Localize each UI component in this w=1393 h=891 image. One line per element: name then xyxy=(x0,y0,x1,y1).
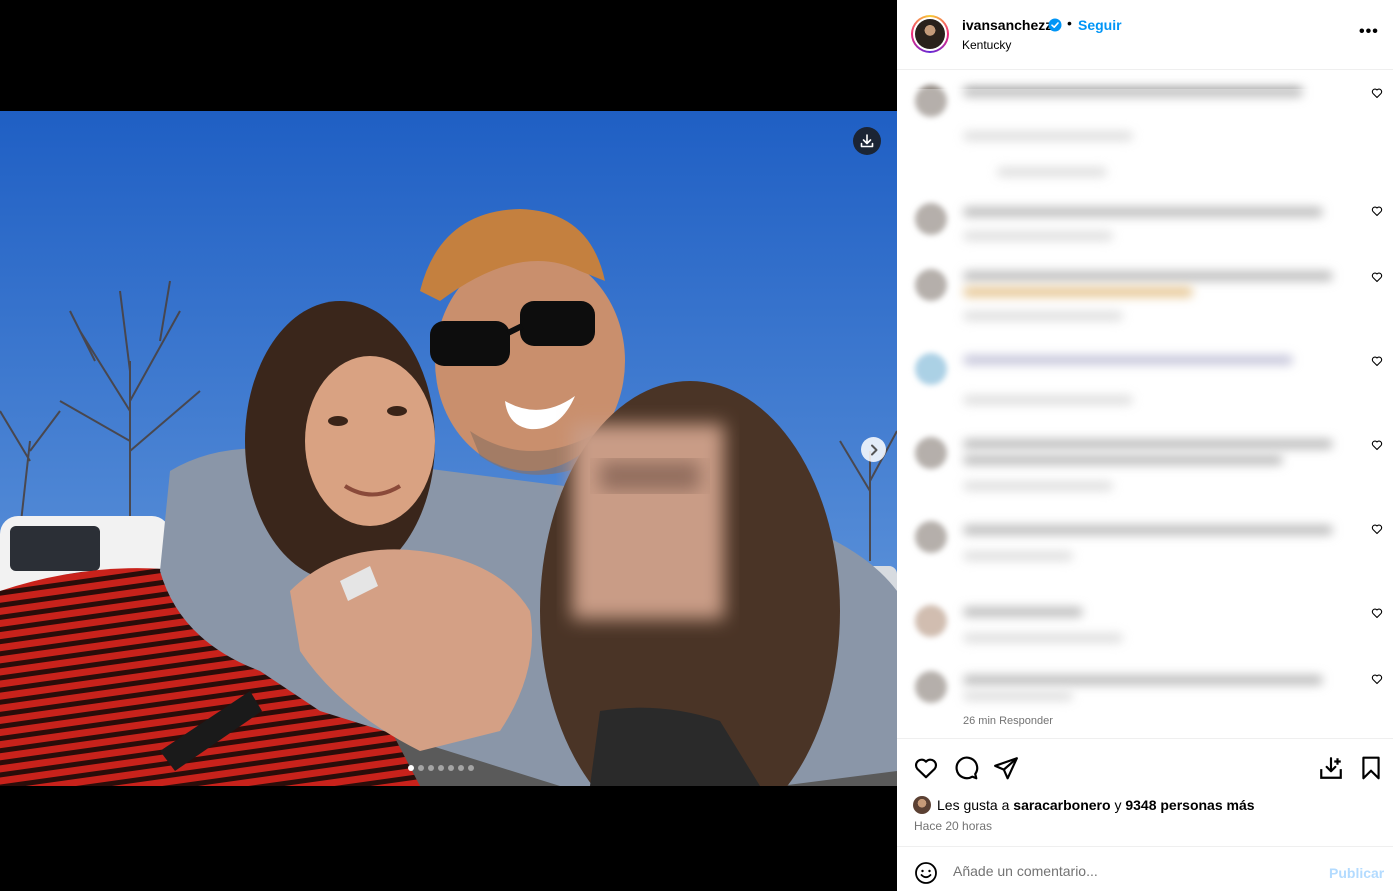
chevron-right-icon xyxy=(870,444,877,455)
post-location[interactable]: Kentucky xyxy=(962,38,1011,52)
heart-icon[interactable] xyxy=(1371,439,1383,451)
carousel-dot xyxy=(468,765,474,771)
comment-input[interactable] xyxy=(953,859,1303,883)
share-icon[interactable] xyxy=(993,755,1019,781)
download-icon xyxy=(860,134,874,148)
carousel-dot xyxy=(458,765,464,771)
heart-icon[interactable] xyxy=(1371,673,1383,685)
post-actions: Les gusta a saracarbonero y 9348 persona… xyxy=(897,738,1393,846)
media-area xyxy=(0,0,897,891)
post-photo xyxy=(0,111,897,786)
header-separator: • xyxy=(1067,15,1072,31)
carousel-indicators xyxy=(408,765,474,771)
comment-icon[interactable] xyxy=(953,755,979,781)
carousel-dot xyxy=(438,765,444,771)
carousel-dot xyxy=(418,765,424,771)
carousel-dot xyxy=(428,765,434,771)
comment-footer-partial: 26 min Responder xyxy=(963,715,1053,727)
likes-summary[interactable]: Les gusta a saracarbonero y 9348 persona… xyxy=(913,796,1255,814)
save-to-collection-icon[interactable] xyxy=(1318,755,1344,781)
liker-avatar xyxy=(913,796,931,814)
heart-icon[interactable] xyxy=(1371,355,1383,367)
download-button[interactable] xyxy=(853,127,881,155)
next-slide-button[interactable] xyxy=(861,437,886,462)
liker-username[interactable]: saracarbonero xyxy=(1013,797,1110,813)
more-icon[interactable]: ••• xyxy=(1359,23,1379,41)
likes-text: Les gusta a saracarbonero y 9348 persona… xyxy=(937,797,1255,813)
save-icon[interactable] xyxy=(1358,755,1384,781)
post-header: ivansanchezz • Seguir Kentucky ••• xyxy=(897,0,1393,70)
author-avatar[interactable] xyxy=(911,15,949,53)
photo-illustration xyxy=(0,111,897,786)
heart-icon[interactable] xyxy=(913,755,939,781)
avatar-frame xyxy=(913,17,947,51)
avatar-image xyxy=(915,19,945,49)
likes-count[interactable]: 9348 personas más xyxy=(1125,797,1254,813)
comments-blur-overlay xyxy=(905,89,1345,721)
carousel-dot-active xyxy=(408,765,414,771)
heart-icon[interactable] xyxy=(1371,523,1383,535)
heart-icon[interactable] xyxy=(1371,607,1383,619)
heart-icon[interactable] xyxy=(1371,271,1383,283)
instagram-post-viewer: ivansanchezz • Seguir Kentucky ••• 26 mi… xyxy=(0,0,1393,891)
publish-button[interactable]: Publicar xyxy=(1329,865,1384,881)
comments-list[interactable]: 26 min Responder xyxy=(897,71,1393,738)
carousel-dot xyxy=(448,765,454,771)
follow-button[interactable]: Seguir xyxy=(1078,17,1122,33)
emoji-icon[interactable] xyxy=(914,861,938,885)
likes-middle: y xyxy=(1110,797,1126,813)
author-username[interactable]: ivansanchezz xyxy=(962,17,1052,33)
post-side-panel: ivansanchezz • Seguir Kentucky ••• 26 mi… xyxy=(897,0,1393,891)
add-comment-bar: Publicar xyxy=(897,846,1393,891)
likes-prefix: Les gusta a xyxy=(937,797,1014,813)
post-timestamp: Hace 20 horas xyxy=(914,819,993,833)
verified-icon xyxy=(1048,18,1062,32)
heart-icon[interactable] xyxy=(1371,205,1383,217)
heart-icon[interactable] xyxy=(1371,87,1383,99)
